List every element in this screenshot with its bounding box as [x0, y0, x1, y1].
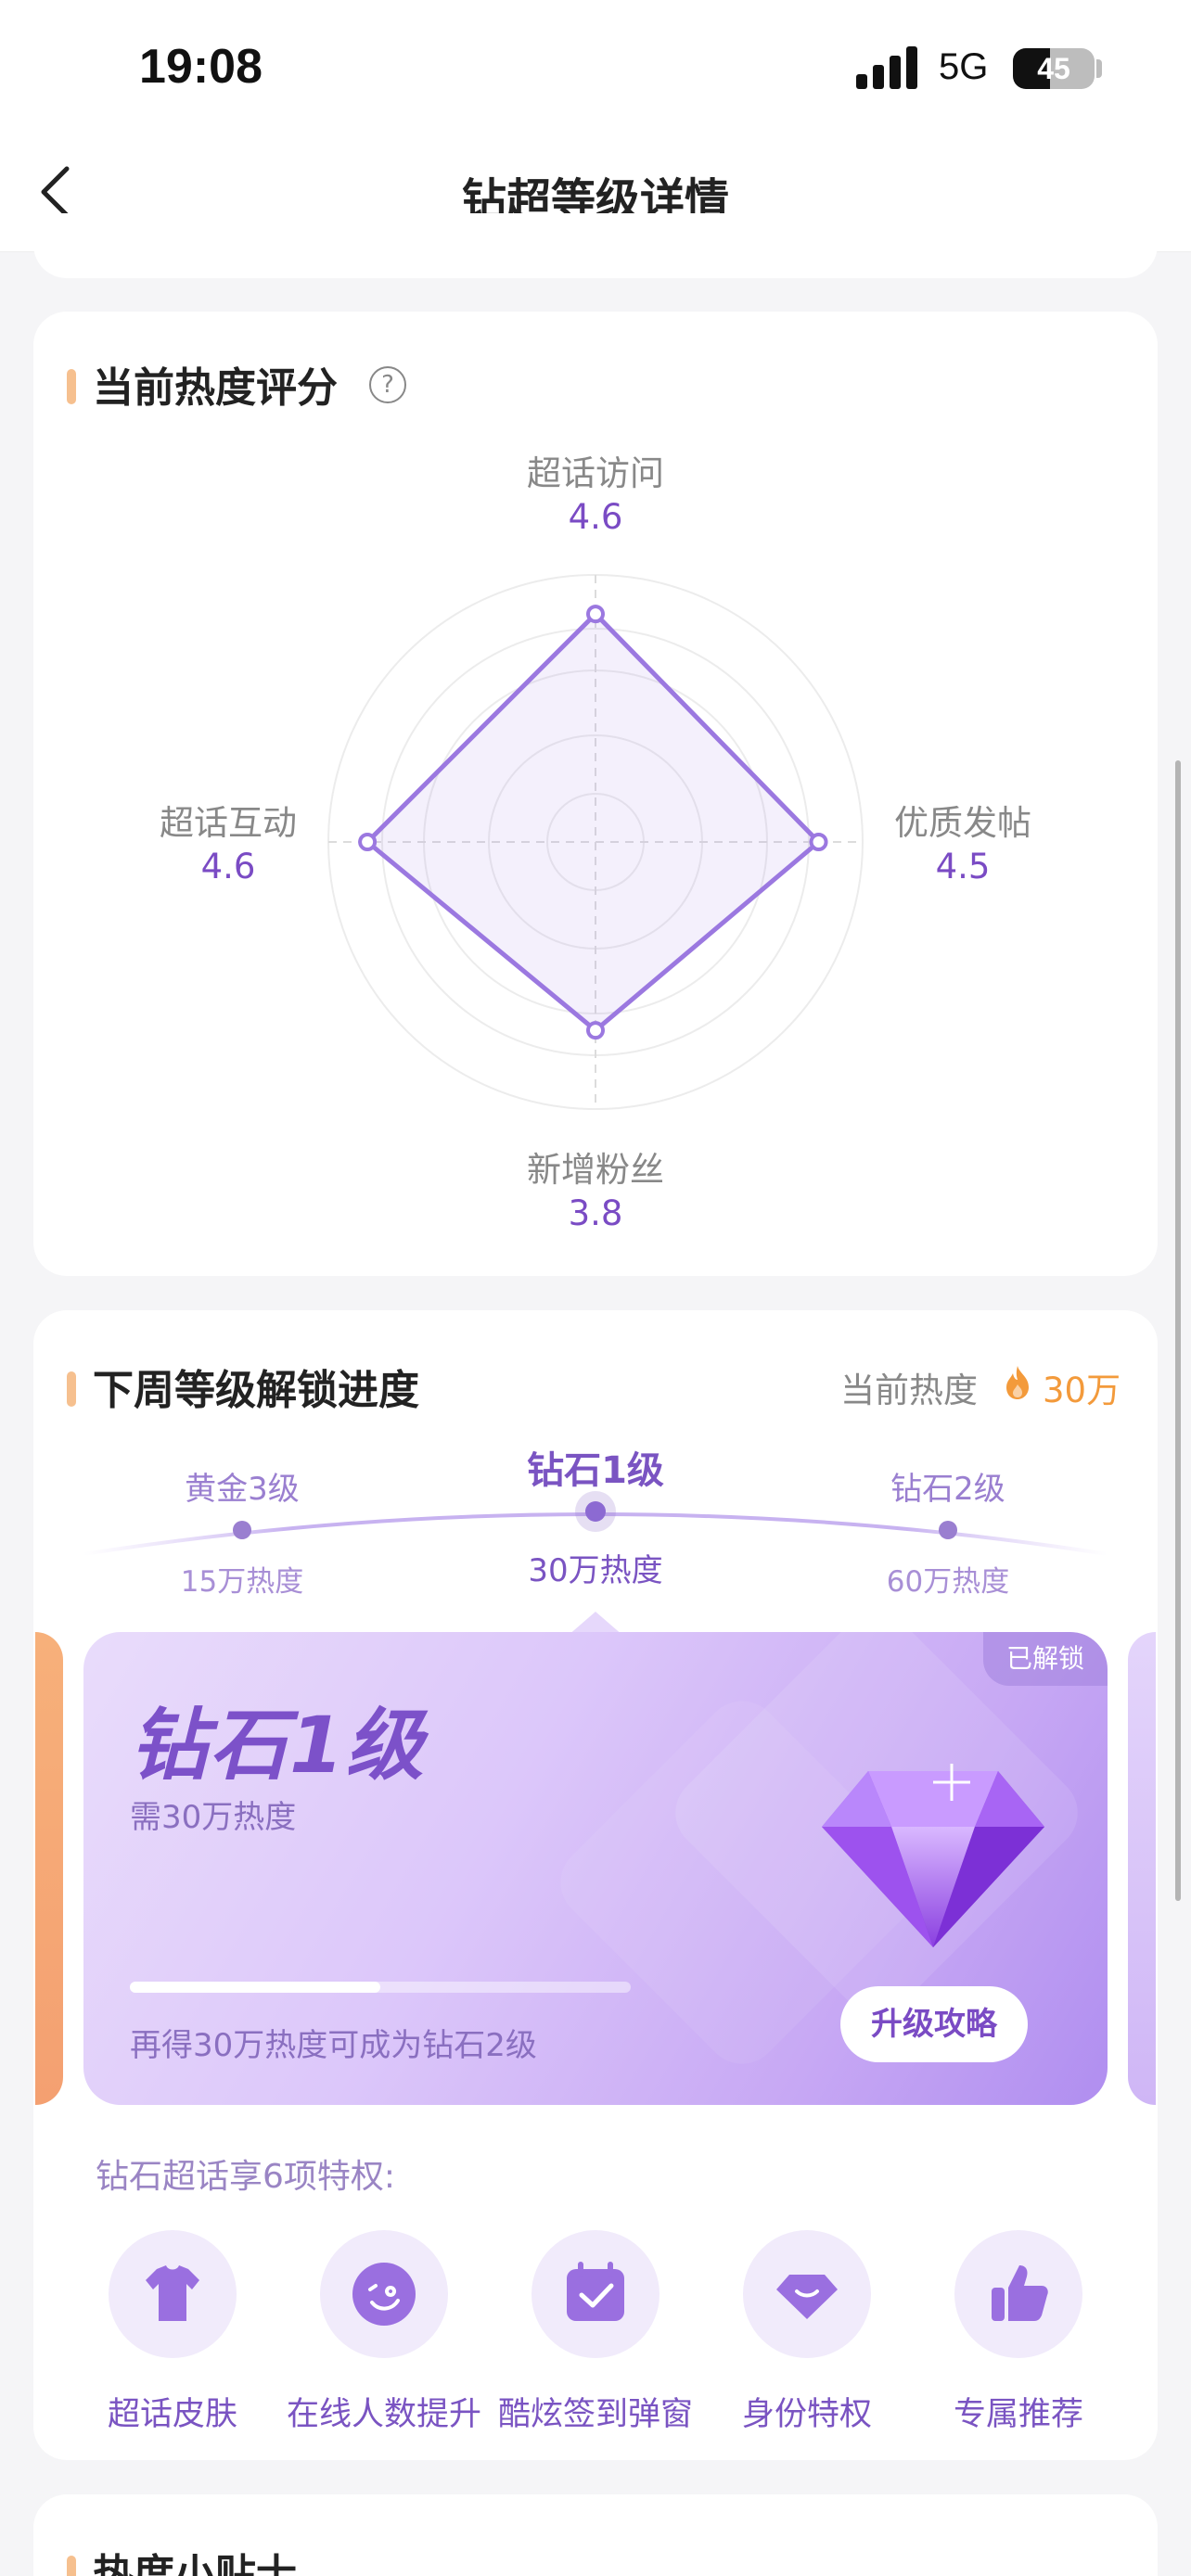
status-time: 19:08	[139, 40, 263, 94]
calendar-check-icon	[531, 2230, 660, 2358]
privilege-item[interactable]: 超话皮肤	[67, 2230, 278, 2435]
radar-axis-label: 新增粉丝	[527, 1150, 664, 1190]
radar-area	[365, 611, 822, 1033]
previous-card	[33, 213, 1158, 278]
level-card-title: 钻石1级	[130, 1700, 426, 1791]
privilege-item[interactable]: 身份特权	[701, 2230, 913, 2435]
current-heat-value: 30万	[1043, 1371, 1121, 1410]
unlock-title: 下周等级解锁进度	[93, 1367, 419, 1414]
diamond-icon	[822, 1764, 1044, 1947]
title-accent-bar	[67, 2556, 76, 2576]
privilege-label: 身份特权	[741, 2396, 872, 2433]
current-heat-label: 当前热度	[840, 1371, 978, 1410]
level-requirement-active: 30万热度	[528, 1552, 663, 1589]
unlocked-badge: 已解锁	[983, 1632, 1108, 1686]
level-progress-fill	[130, 1982, 380, 1993]
gem-icon	[743, 2230, 871, 2358]
level-node	[939, 1521, 957, 1539]
privilege-label: 专属推荐	[953, 2396, 1083, 2433]
privilege-label: 酷炫签到弹窗	[497, 2396, 693, 2433]
privilege-item[interactable]: 专属推荐	[913, 2230, 1124, 2435]
level-requirement: 15万热度	[180, 1565, 304, 1599]
level-name[interactable]: 黄金3级	[122, 1463, 363, 1509]
radar-point	[358, 833, 378, 851]
privilege-item[interactable]: 酷炫签到弹窗	[490, 2230, 701, 2435]
radar-point	[809, 833, 828, 851]
smile-icon	[320, 2230, 448, 2358]
tshirt-icon	[109, 2230, 237, 2358]
level-node-active	[585, 1501, 606, 1522]
level-card-requirement: 需30万热度	[130, 1799, 297, 1836]
heat-score-card: 当前热度评分 ? 超话访问 4.6 优质发帖 4.5 新增粉丝 3.8 超话互动…	[33, 312, 1158, 1276]
radar-point	[586, 605, 605, 624]
privilege-item[interactable]: 在线人数提升	[278, 2230, 490, 2435]
privilege-label: 在线人数提升	[286, 2396, 481, 2433]
radar-point	[586, 1021, 605, 1040]
privilege-label: 超话皮肤	[107, 2396, 237, 2433]
fire-icon	[1006, 1366, 1029, 1399]
radar-axis-value: 3.8	[568, 1193, 623, 1233]
battery-level: 45	[1037, 52, 1070, 85]
level-progress-text: 再得30万热度可成为钻石2级	[130, 2027, 537, 2064]
level-card[interactable]: 已解锁 钻石1级 需30万热度 再得30万热度可成为钻石2级 升级攻略	[83, 1632, 1108, 2105]
level-name-active[interactable]: 钻石1级	[475, 1440, 716, 1494]
radar-axis-label: 超话访问	[527, 453, 664, 493]
tips-card: 热度小贴士	[33, 2494, 1158, 2576]
battery-tip	[1096, 59, 1102, 78]
tips-title: 热度小贴士	[93, 2551, 297, 2576]
radar-axis-value: 4.5	[935, 847, 991, 886]
privileges-title: 钻石超话享6项特权:	[96, 2158, 396, 2196]
scrollbar[interactable]	[1175, 760, 1181, 1901]
level-requirement: 60万热度	[886, 1565, 1010, 1599]
radar-axis-label: 超话互动	[160, 803, 297, 843]
radar-axis-label: 优质发帖	[894, 803, 1031, 843]
level-node	[233, 1521, 251, 1539]
upgrade-guide-button[interactable]: 升级攻略	[840, 1986, 1028, 2062]
level-name[interactable]: 钻石2级	[827, 1463, 1069, 1509]
network-type: 5G	[939, 46, 989, 87]
status-bar: 19:08 5G 45	[0, 0, 1191, 139]
level-progress-bar	[130, 1982, 631, 1993]
signal-icon	[856, 46, 919, 89]
title-accent-bar	[67, 1371, 76, 1407]
next-level-card[interactable]	[1128, 1632, 1156, 2105]
battery-icon: 45	[1013, 48, 1095, 89]
radar-axis-value: 4.6	[200, 847, 256, 886]
prev-level-card[interactable]	[35, 1632, 63, 2105]
radar-axis-value: 4.6	[568, 497, 623, 537]
thumbs-up-icon	[954, 2230, 1082, 2358]
